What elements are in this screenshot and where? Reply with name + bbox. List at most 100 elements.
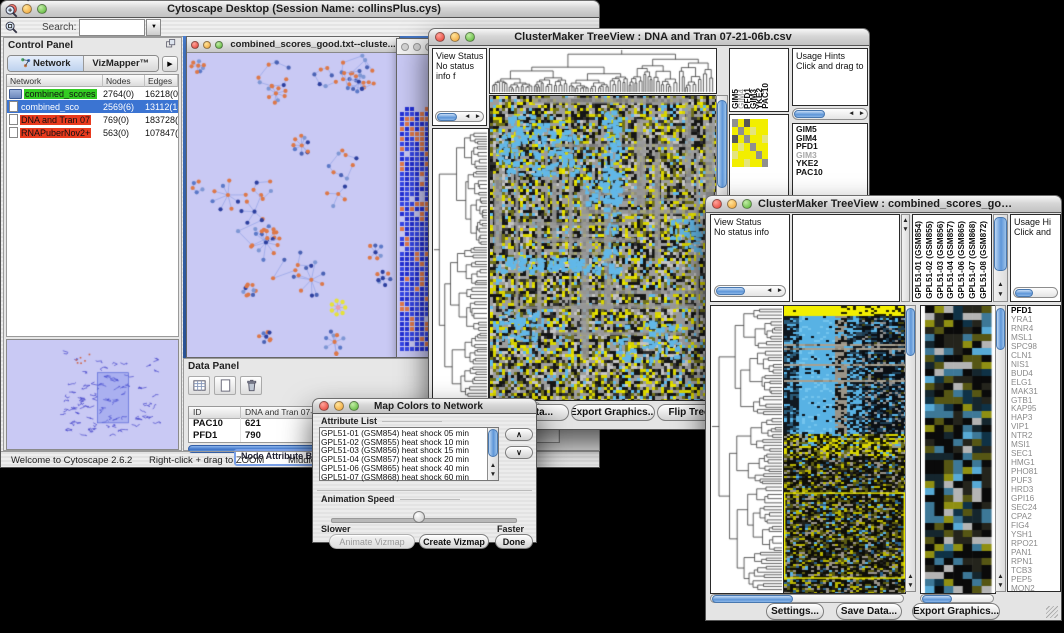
slider-thumb[interactable] [413,511,425,523]
network-name: combined_scores [24,89,97,99]
col-nodes[interactable]: Nodes [103,75,145,87]
delete-attribute-icon[interactable] [240,376,262,395]
small-vscrollbar[interactable]: ▲ ▼ [901,214,910,302]
scroll-left-icon[interactable]: ◄ [462,113,472,121]
column-dendrogram[interactable] [489,48,717,94]
network-table-row[interactable]: DNA and Tran 07769(0)183728(0) [7,113,178,126]
zoom-button[interactable] [215,41,223,49]
tab-network[interactable]: Network [8,56,83,71]
heatmap-hscrollbar[interactable] [710,594,904,603]
zoom-button[interactable] [349,401,359,411]
scrollbar-thumb[interactable] [717,100,727,188]
zoom-button[interactable] [742,199,752,209]
close-button[interactable] [319,401,329,411]
scroll-up-icon[interactable]: ▲ [996,573,1005,581]
scroll-up-icon[interactable]: ▲ [994,281,1007,289]
scroll-right-icon[interactable]: ► [473,113,483,121]
gene-dendrogram[interactable] [710,305,784,594]
usage-hints-scrollbar[interactable] [1013,287,1058,298]
scrollbar-thumb[interactable] [716,287,745,295]
zoom-button[interactable] [37,4,47,14]
column-dendrogram-panel[interactable] [792,214,900,302]
minimize-button[interactable] [334,401,344,411]
search-input[interactable] [79,19,145,36]
scroll-up-icon[interactable]: ▲ [488,462,498,470]
scroll-down-icon[interactable]: ▼ [906,582,915,590]
main-window-titlebar[interactable]: Cytoscape Desktop (Session Name: collins… [0,0,600,18]
select-attributes-icon[interactable] [188,376,210,395]
zoom-in-icon[interactable] [3,3,20,19]
zoom-hscrollbar[interactable] [920,594,994,603]
close-button[interactable] [435,32,445,42]
scrollbar-thumb[interactable] [794,110,825,118]
minimize-button[interactable] [203,41,211,49]
minimize-button[interactable] [413,43,421,51]
scroll-up-icon[interactable]: ▲ [902,217,909,225]
scrollbar-thumb[interactable] [906,308,915,356]
network-table-row[interactable]: combined_scores2764(0)16218(0) [7,87,178,100]
heatmap-main[interactable] [489,95,717,401]
zoom-fit-icon[interactable] [3,19,20,35]
search-dropdown-icon[interactable]: ▼ [146,19,161,36]
tab-overflow-button[interactable]: ▶ [162,56,178,72]
col-network[interactable]: Network [7,75,103,87]
scroll-left-icon[interactable]: ◄ [764,287,774,295]
scroll-left-icon[interactable]: ◄ [846,110,856,118]
usage-hints-scrollbar[interactable]: ◄ ► [792,108,868,120]
labels-vscrollbar[interactable]: ▲ ▼ [993,214,1008,302]
scrollbar-thumb[interactable] [712,595,793,603]
scroll-down-icon[interactable]: ▼ [902,226,909,234]
gene-dendrogram[interactable] [432,128,489,401]
scrollbar-thumb[interactable] [437,113,457,121]
resize-grip[interactable] [1046,606,1058,618]
animate-vizmap-button[interactable]: Animate Vizmap [329,534,415,549]
scroll-up-icon[interactable]: ▲ [906,573,915,581]
create-attribute-icon[interactable] [214,376,236,395]
attribute-item[interactable]: GPL51-07 (GSM868) heat shock 60 min [321,473,486,482]
dialog-titlebar[interactable]: Map Colors to Network [312,398,537,414]
scroll-right-icon[interactable]: ► [857,110,867,118]
tab-vizmapper[interactable]: VizMapper™ [83,56,159,71]
move-up-button[interactable]: ∧ [505,428,533,441]
view-status-scrollbar[interactable]: ◄ ► [435,111,484,122]
network-canvas[interactable] [187,53,397,356]
scrollbar-thumb[interactable] [994,217,1007,271]
close-button[interactable] [191,41,199,49]
minimize-button[interactable] [727,199,737,209]
list-vscrollbar[interactable]: ▲ ▼ [487,428,498,480]
zoom-button[interactable] [465,32,475,42]
scrollbar-thumb[interactable] [996,308,1005,350]
create-vizmap-button[interactable]: Create Vizmap [419,534,489,549]
scroll-right-icon[interactable]: ► [775,287,785,295]
minimize-button[interactable] [450,32,460,42]
treeview-combined-titlebar[interactable]: ClusterMaker TreeView : combined_scores_… [705,195,1062,213]
network-name: RNAPuberNov2+ [20,128,91,138]
close-button[interactable] [712,199,722,209]
scroll-down-icon[interactable]: ▼ [994,291,1007,299]
save-data-button[interactable]: Save Data... [836,603,902,620]
close-button[interactable] [401,43,409,51]
scroll-down-icon[interactable]: ▼ [996,582,1005,590]
network-table-row[interactable]: RNAPuberNov2+563(0)107847(0) [7,126,178,139]
treeview-dna-titlebar[interactable]: ClusterMaker TreeView : DNA and Tran 07-… [428,28,870,46]
done-button[interactable]: Done [495,534,533,549]
view-status-scrollbar[interactable]: ◄ ► [714,285,786,297]
network-table-row[interactable]: combined_sco2569(6)13112(15) [7,100,178,113]
settings-button[interactable]: Settings... [766,603,824,620]
float-panel-icon[interactable] [165,38,177,53]
move-down-button[interactable]: ∨ [505,446,533,459]
scrollbar-thumb[interactable] [1015,289,1033,297]
export-graphics-button[interactable]: Export Graphics... [912,603,1000,620]
heatmap-vscrollbar[interactable]: ▲ ▼ [905,305,916,592]
scrollbar-thumb[interactable] [488,429,498,457]
heatmap-main[interactable] [783,305,906,594]
zoom-vscrollbar[interactable]: ▲ ▼ [995,305,1006,592]
col-edges[interactable]: Edges [145,75,178,87]
heatmap-zoom-view[interactable] [920,305,996,594]
scrollbar-thumb[interactable] [922,595,952,603]
birdseye-overview[interactable] [6,339,179,450]
attribute-list[interactable]: GPL51-01 (GSM854) heat shock 05 minGPL51… [319,427,499,481]
scroll-down-icon[interactable]: ▼ [488,471,498,479]
network-view-titlebar[interactable]: combined_scores_good.txt--cluste... [187,37,399,53]
export-graphics-button[interactable]: Export Graphics... [571,404,655,421]
